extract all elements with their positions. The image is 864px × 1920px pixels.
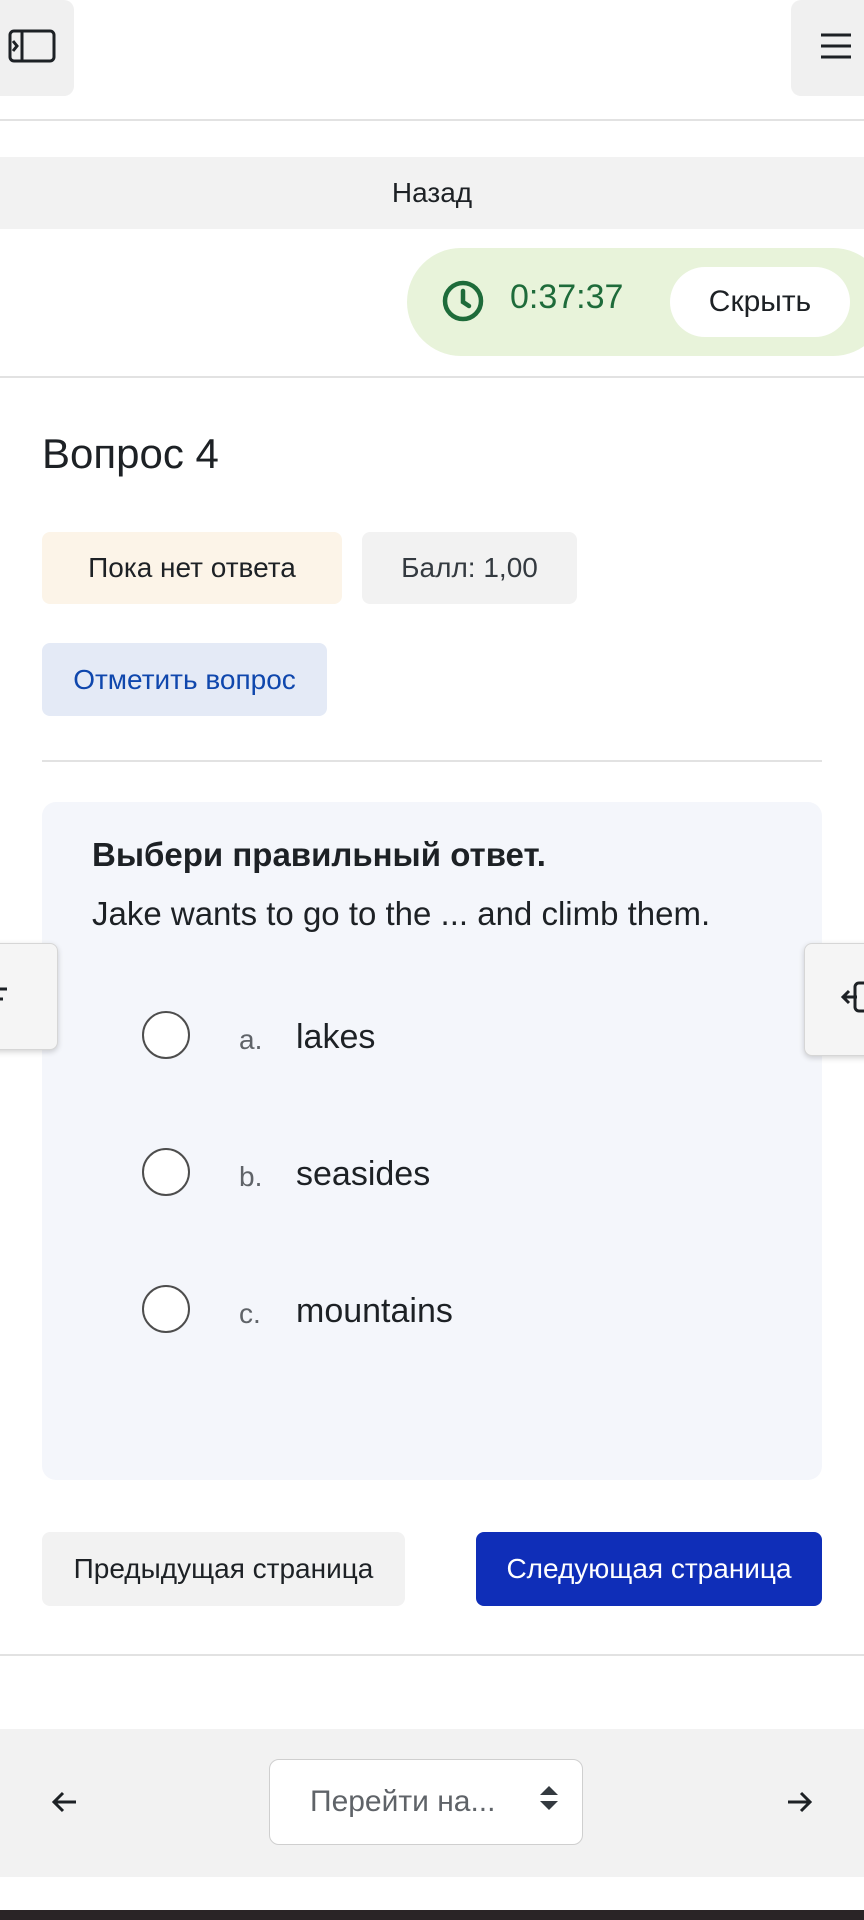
sidebar-toggle-button[interactable] (0, 0, 74, 96)
answer-option-c[interactable]: c. mountains (140, 1284, 760, 1340)
option-letter: c. (239, 1298, 261, 1329)
arrow-left-icon[interactable] (50, 1790, 80, 1819)
radio-option-c[interactable] (142, 1285, 190, 1333)
sidebar-toggle-icon (8, 29, 56, 68)
divider (0, 1654, 864, 1656)
sort-updown-icon (538, 1783, 560, 1821)
answer-option-b[interactable]: b. seasides (140, 1147, 760, 1203)
question-status-badge: Пока нет ответа (42, 532, 342, 604)
option-text: lakes (296, 1018, 376, 1056)
system-navigation-bar (0, 1910, 864, 1920)
question-points-label: Балл: 1,00 (401, 552, 538, 583)
flag-question-label: Отметить вопрос (73, 663, 296, 695)
back-button[interactable]: Назад (0, 157, 864, 229)
option-text: mountains (296, 1292, 453, 1330)
question-status-label: Пока нет ответа (88, 552, 296, 583)
previous-page-label: Предыдущая страница (73, 1553, 374, 1584)
option-letter: a. (239, 1024, 263, 1055)
flag-question-button[interactable]: Отметить вопрос (42, 643, 327, 716)
divider (0, 119, 864, 121)
option-letter: b. (239, 1161, 263, 1192)
drawer-left-icon (0, 979, 19, 1014)
right-drawer-toggle[interactable] (804, 943, 864, 1056)
hamburger-menu-icon (819, 31, 853, 66)
divider (0, 376, 864, 378)
question-text: Jake wants to go to the ... and climb th… (92, 895, 711, 932)
timer-value: 0:37:37 (510, 278, 624, 316)
left-drawer-toggle[interactable] (0, 943, 58, 1050)
answer-option-a[interactable]: a. lakes (140, 1010, 760, 1066)
previous-page-button[interactable]: Предыдущая страница (42, 1532, 405, 1606)
radio-option-a[interactable] (142, 1011, 190, 1059)
jump-to-select[interactable]: Перейти на... (269, 1759, 583, 1845)
back-label: Назад (391, 177, 473, 208)
drawer-right-icon (839, 977, 864, 1022)
divider (42, 760, 822, 762)
clock-icon (442, 280, 484, 327)
question-points-badge: Балл: 1,00 (362, 532, 577, 604)
hide-timer-label: Скрыть (708, 285, 812, 318)
jump-to-label: Перейти на... (310, 1785, 496, 1818)
option-text: seasides (296, 1155, 431, 1193)
next-page-button[interactable]: Следующая страница (476, 1532, 822, 1606)
question-instruction: Выбери правильный ответ. (92, 836, 546, 873)
arrow-right-icon[interactable] (784, 1790, 814, 1819)
question-title: Вопрос 4 (42, 430, 219, 477)
next-page-label: Следующая страница (506, 1553, 792, 1584)
radio-option-b[interactable] (142, 1148, 190, 1196)
hide-timer-button[interactable]: Скрыть (670, 267, 850, 337)
menu-button[interactable] (791, 0, 864, 96)
top-navbar (0, 0, 864, 120)
